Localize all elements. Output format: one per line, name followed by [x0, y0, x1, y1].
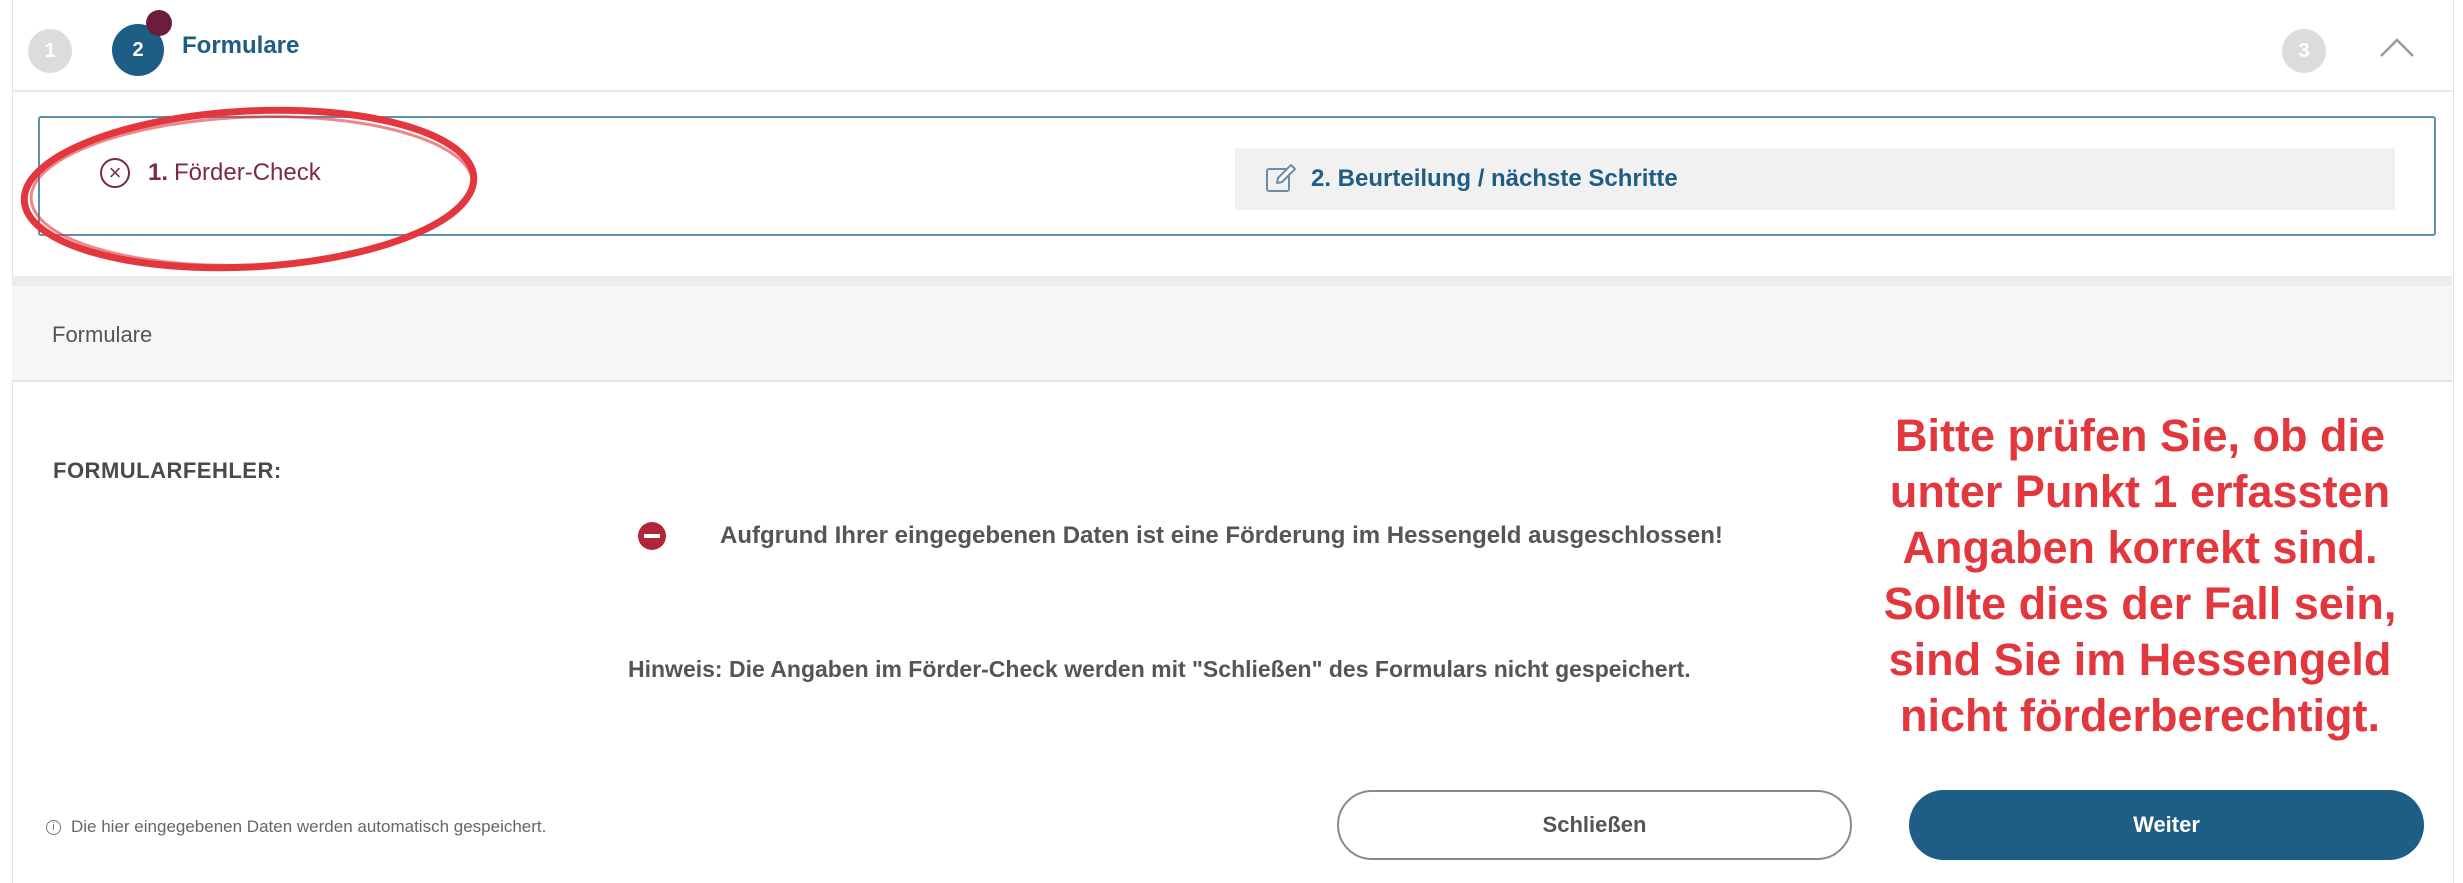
tab-beurteilung[interactable]: 2. Beurteilung / nächste Schritte [1235, 148, 2395, 210]
step-1-indicator[interactable]: 1 [28, 29, 72, 73]
no-entry-icon [638, 522, 666, 550]
annotation-line: unter Punkt 1 erfassten [1889, 466, 2391, 517]
tab-1-number: 1. [148, 159, 169, 186]
section-divider [12, 276, 2452, 286]
autosave-note: i Die hier eingegebenen Daten werden aut… [46, 817, 546, 837]
section-header: Formulare [12, 286, 2452, 382]
chevron-up-icon[interactable] [2375, 30, 2419, 66]
annotation-line: nicht förderberechtigt. [1899, 690, 2381, 741]
section-title: Formulare [52, 322, 153, 347]
annotation-line: Angaben korrekt sind. [1902, 522, 2378, 573]
annotation-line: Sollte dies der Fall sein, [1883, 578, 2397, 629]
next-button[interactable]: Weiter [1909, 790, 2424, 860]
stepper-header [12, 0, 2452, 92]
annotation-text: Bitte prüfen Sie, ob die unter Punkt 1 e… [1840, 408, 2440, 744]
circle-x-icon: × [100, 158, 130, 188]
tab-2-label: 2. Beurteilung / nächste Schritte [1311, 165, 1678, 192]
close-button[interactable]: Schließen [1337, 790, 1852, 860]
form-error-message: Aufgrund Ihrer eingegebenen Daten ist ei… [720, 522, 1723, 549]
annotation-line: sind Sie im Hessengeld [1888, 634, 2392, 685]
step-notification-dot [146, 10, 172, 36]
info-icon: i [46, 819, 61, 835]
hint-text: Hinweis: Die Angaben im Förder-Check wer… [628, 656, 1691, 682]
annotation-line: Bitte prüfen Sie, ob die [1894, 410, 2386, 461]
step-3-indicator[interactable]: 3 [2282, 29, 2326, 73]
autosave-note-text: Die hier eingegebenen Daten werden autom… [71, 817, 547, 836]
step-2-label: Formulare [182, 32, 300, 59]
form-tabs-box: × 1. Förder-Check 2. Beurteilung / nächs… [38, 116, 2436, 236]
form-error-heading: FORMULARFEHLER: [53, 458, 282, 483]
tab-1-label: Förder-Check [174, 159, 321, 186]
tab-foerder-check[interactable]: × 1. Förder-Check [100, 158, 321, 188]
edit-pencil-icon [1266, 164, 1296, 192]
